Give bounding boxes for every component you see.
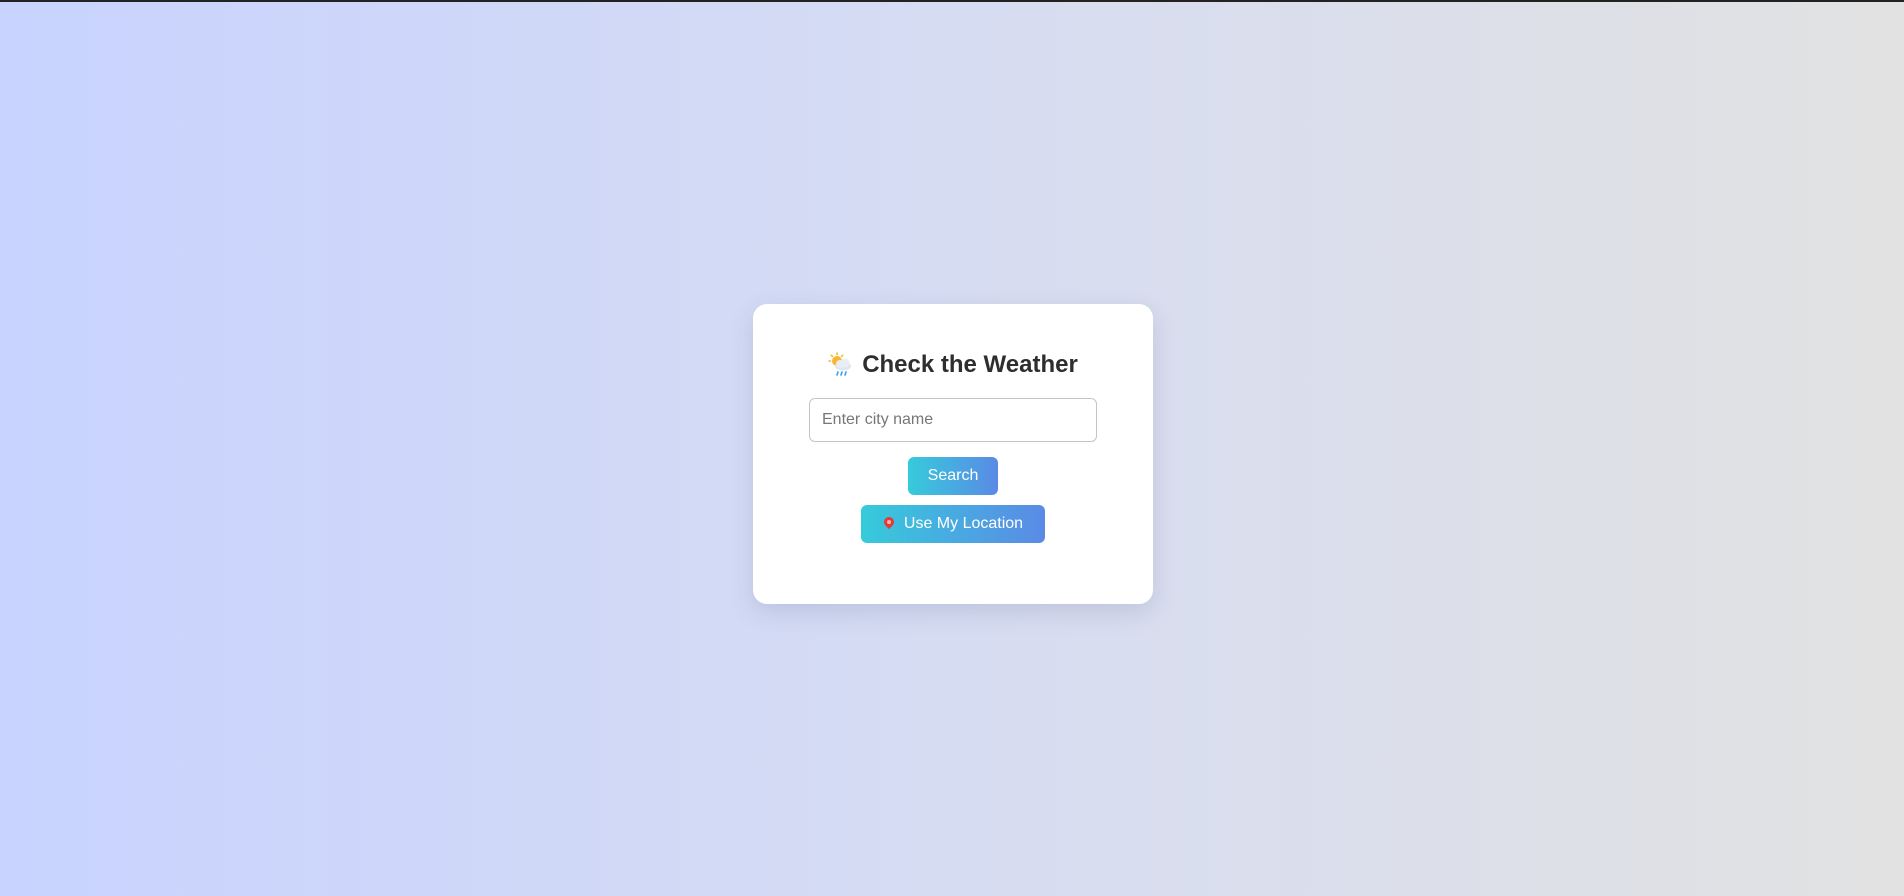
weather-card: Check the Weather Search Use My Location xyxy=(753,304,1153,604)
sun-behind-rain-cloud-icon xyxy=(828,352,854,378)
page-title: Check the Weather xyxy=(828,348,1078,382)
use-my-location-label: Use My Location xyxy=(903,515,1024,532)
city-search-input[interactable] xyxy=(809,398,1097,442)
title-text: Check the Weather xyxy=(862,351,1078,378)
pin-icon xyxy=(883,517,895,531)
use-my-location-button[interactable]: Use My Location xyxy=(861,505,1045,543)
search-button-label: Search xyxy=(927,467,979,484)
search-button[interactable]: Search xyxy=(908,457,998,495)
